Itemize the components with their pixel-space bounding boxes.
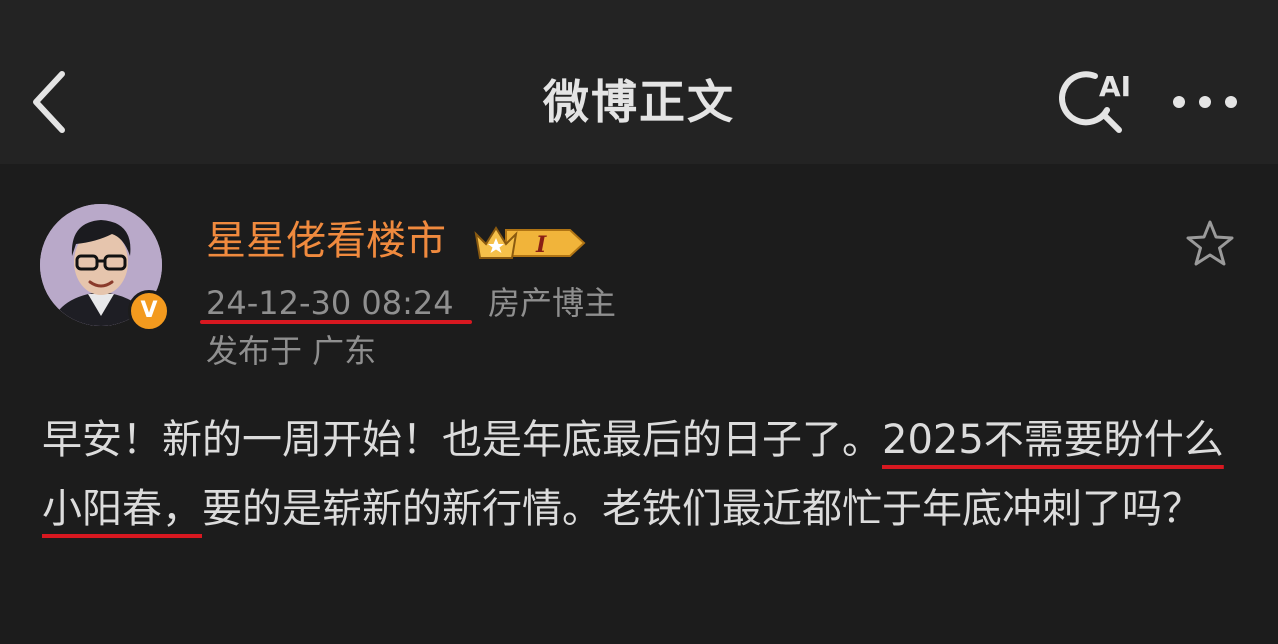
- post-body: 早安！新的一周开始！也是年底最后的日子了。2025不需要盼什么小阳春，要的是崭新…: [42, 406, 1242, 544]
- ai-search-button[interactable]: AI: [1055, 62, 1135, 142]
- ai-label: AI: [1099, 70, 1131, 103]
- star-icon: [1186, 220, 1234, 266]
- ai-search-icon: AI: [1059, 70, 1131, 133]
- timestamp-annotation-underline: [200, 320, 472, 324]
- top-nav-bar: 微博正文 AI: [0, 0, 1278, 164]
- rank-label: I: [535, 232, 547, 258]
- more-button[interactable]: [1165, 80, 1245, 124]
- author-name[interactable]: 星星佬看楼市: [206, 214, 446, 268]
- post-body-intro: 早安！新的一周开始！也是年底最后的日子了。: [42, 417, 882, 463]
- favorite-button[interactable]: [1184, 218, 1236, 270]
- weibo-post-screen: 微博正文 AI V 星星佬看楼市 I 24-12-30 08:24 房产博主 发…: [0, 0, 1278, 644]
- more-horizontal-icon: [1173, 96, 1237, 108]
- author-category-tag: 房产博主: [488, 284, 617, 322]
- rank-badge[interactable]: I: [472, 222, 586, 264]
- post-timestamp: 24-12-30 08:24: [206, 284, 454, 322]
- crown-rank-icon: I: [474, 226, 586, 259]
- verified-badge: V: [128, 290, 170, 332]
- post-body-outro: 要的是崭新的新行情。老铁们最近都忙于年底冲刺了吗？: [202, 486, 1202, 532]
- post-location: 发布于 广东: [206, 332, 377, 370]
